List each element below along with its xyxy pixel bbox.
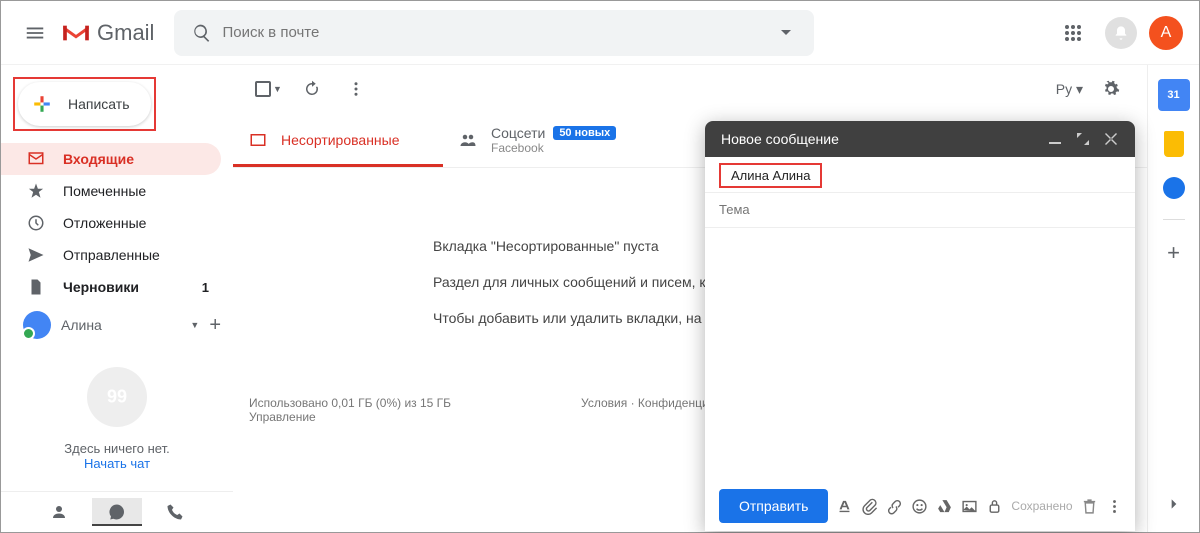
start-chat-link[interactable]: Начать чат	[11, 456, 223, 471]
chat-contacts-tab[interactable]	[34, 498, 84, 526]
confidential-mode-button[interactable]	[986, 492, 1003, 520]
compose-saved-label: Сохранено	[1011, 499, 1072, 513]
inbox-icon	[27, 150, 45, 168]
search-options-button[interactable]	[766, 28, 806, 38]
google-apps-button[interactable]	[1053, 13, 1093, 53]
inbox-tab-icon	[249, 131, 267, 149]
lock-clock-icon	[986, 498, 1003, 515]
keep-addon[interactable]	[1164, 131, 1184, 157]
link-icon	[886, 498, 903, 515]
minimize-icon	[1049, 133, 1061, 145]
search-bar[interactable]	[174, 10, 814, 56]
app-header: Gmail А	[1, 1, 1199, 65]
main-menu-button[interactable]	[11, 9, 59, 57]
compose-minimize-button[interactable]	[1041, 125, 1069, 153]
file-icon	[27, 278, 45, 296]
send-button[interactable]: Отправить	[719, 489, 828, 523]
mail-toolbar: ▼ Ру ▾	[233, 65, 1147, 113]
gmail-m-icon	[61, 22, 91, 44]
tab-social[interactable]: Соцсети50 новых Facebook	[443, 113, 653, 167]
expand-icon	[1077, 133, 1089, 145]
notifications-button[interactable]	[1105, 17, 1137, 49]
compose-subject-row[interactable]	[705, 193, 1135, 228]
gmail-logo[interactable]: Gmail	[61, 20, 154, 46]
sidebar-item-snoozed[interactable]: Отложенные	[1, 207, 221, 239]
search-icon[interactable]	[182, 23, 222, 43]
hamburger-icon	[24, 22, 46, 44]
compose-body[interactable]	[705, 228, 1135, 481]
refresh-icon	[303, 80, 321, 98]
compose-close-button[interactable]	[1097, 125, 1125, 153]
compose-footer: Отправить Сохранено	[705, 481, 1135, 531]
input-language-button[interactable]: Ру ▾	[1050, 81, 1089, 98]
image-icon	[961, 498, 978, 515]
social-badge: 50 новых	[553, 126, 616, 140]
discard-draft-button[interactable]	[1081, 492, 1098, 520]
compose-highlight-box: Написать	[13, 77, 156, 131]
trash-icon	[1081, 498, 1098, 515]
person-icon	[50, 503, 68, 521]
select-all-checkbox[interactable]: ▼	[249, 81, 288, 97]
send-icon	[27, 246, 45, 264]
compose-window: Новое сообщение Алина Алина Отправить Со…	[705, 121, 1135, 531]
chat-user-row[interactable]: Алина ▼ +	[1, 303, 233, 347]
insert-drive-button[interactable]	[936, 492, 953, 520]
clock-icon	[27, 214, 45, 232]
drive-icon	[936, 498, 953, 515]
more-vertical-icon	[1106, 498, 1123, 515]
emoji-icon	[911, 498, 928, 515]
hangouts-empty-state: Здесь ничего нет. Начать чат	[1, 347, 233, 481]
sidebar-item-inbox[interactable]: Входящие	[1, 143, 221, 175]
compose-more-button[interactable]	[1106, 492, 1123, 520]
formatting-button[interactable]	[836, 492, 853, 520]
compose-label: Написать	[68, 96, 129, 112]
sidebar: Написать Входящие Помеченные Отложенные	[1, 65, 233, 532]
side-panel: 31 +	[1147, 65, 1199, 532]
hangouts-bubble-icon	[87, 367, 147, 427]
phone-icon	[166, 503, 184, 521]
compose-header[interactable]: Новое сообщение	[705, 121, 1135, 157]
compose-recipients[interactable]: Алина Алина	[705, 157, 1135, 193]
close-icon	[1105, 133, 1117, 145]
insert-link-button[interactable]	[886, 492, 903, 520]
chat-avatar	[23, 311, 51, 339]
people-icon	[459, 131, 477, 149]
search-input[interactable]	[222, 24, 766, 41]
new-chat-button[interactable]: +	[209, 314, 221, 337]
gmail-logo-text: Gmail	[97, 20, 154, 46]
attach-button[interactable]	[861, 492, 878, 520]
compose-fullscreen-button[interactable]	[1069, 125, 1097, 153]
gear-icon	[1102, 80, 1120, 98]
bell-icon	[1113, 25, 1129, 41]
hangouts-icon	[108, 503, 126, 521]
hangouts-tab[interactable]	[92, 498, 142, 526]
more-vertical-icon	[347, 80, 365, 98]
sidebar-item-sent[interactable]: Отправленные	[1, 239, 221, 271]
chevron-right-icon[interactable]	[1167, 497, 1181, 511]
refresh-button[interactable]	[292, 69, 332, 109]
chevron-down-icon[interactable]: ▼	[190, 320, 199, 330]
text-format-icon	[836, 498, 853, 515]
account-avatar[interactable]: А	[1149, 16, 1183, 50]
tasks-addon[interactable]	[1163, 177, 1185, 199]
insert-photo-button[interactable]	[961, 492, 978, 520]
attachment-icon	[861, 498, 878, 515]
more-button[interactable]	[336, 69, 376, 109]
get-addons-button[interactable]: +	[1167, 240, 1180, 266]
phone-tab[interactable]	[150, 498, 200, 526]
star-icon	[27, 182, 45, 200]
plus-multicolor-icon	[28, 90, 56, 118]
sidebar-item-drafts[interactable]: Черновики 1	[1, 271, 221, 303]
storage-manage-link[interactable]: Управление	[249, 410, 316, 424]
apps-grid-icon	[1064, 24, 1082, 42]
insert-emoji-button[interactable]	[911, 492, 928, 520]
recipient-chip[interactable]: Алина Алина	[719, 163, 822, 188]
settings-button[interactable]	[1091, 69, 1131, 109]
tab-primary[interactable]: Несортированные	[233, 113, 443, 167]
calendar-addon[interactable]: 31	[1158, 79, 1190, 111]
compose-subject-input[interactable]	[719, 202, 1121, 217]
compose-button[interactable]: Написать	[18, 82, 151, 126]
sidebar-item-starred[interactable]: Помеченные	[1, 175, 221, 207]
panel-divider	[1163, 219, 1185, 220]
